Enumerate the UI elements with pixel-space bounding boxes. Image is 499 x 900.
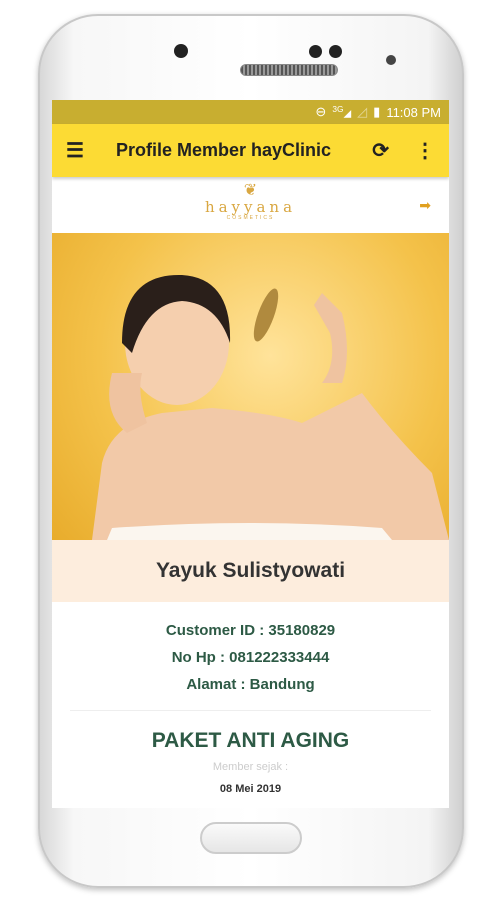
speaker-grille (240, 64, 338, 76)
member-name: Yayuk Sulistyowati (52, 540, 449, 602)
clock: 11:08 PM (386, 104, 441, 120)
status-bar: ⊖ 3G◢ ◿ ▮ 11:08 PM (52, 100, 449, 124)
network-type: 3G (332, 104, 344, 115)
signal-empty-icon: ◿ (357, 104, 368, 119)
app-toolbar: ☰ Profile Member hayClinic ⟳ ⋮ (52, 124, 449, 177)
front-camera-icon (174, 44, 188, 58)
brand-logo-icon: ❦ (243, 182, 258, 199)
member-details: Customer ID : 35180829 No Hp : 081222333… (52, 602, 449, 698)
more-vert-icon[interactable]: ⋮ (415, 138, 435, 163)
address: Alamat : Bandung (186, 676, 315, 693)
camera-icon (386, 55, 396, 65)
home-button[interactable] (200, 822, 302, 854)
model-illustration (92, 274, 449, 540)
brand-subtitle: COSMETICS (226, 215, 275, 221)
refresh-icon[interactable]: ⟳ (372, 138, 389, 163)
hamburger-icon[interactable]: ☰ (66, 138, 84, 163)
brand-header: ❦ hayyana COSMETICS ➡ (52, 177, 449, 233)
brand-name: hayyana (204, 198, 297, 216)
sensor-icon (309, 45, 322, 58)
signal-icon: 3G◢ (332, 104, 352, 120)
divider (70, 710, 431, 711)
phone-number: No Hp : 081222333444 (171, 649, 330, 666)
sensor-icon (329, 45, 342, 58)
dnd-icon: ⊖ (315, 104, 327, 119)
customer-id: Customer ID : 35180829 (165, 622, 336, 639)
logout-icon[interactable]: ➡ (419, 197, 431, 214)
toolbar-title: Profile Member hayClinic (115, 140, 331, 160)
member-since-date: 08 Mei 2019 (219, 783, 282, 795)
member-since-label: Member sejak : (212, 761, 289, 773)
package-title: PAKET ANTI AGING (151, 729, 350, 752)
profile-banner-image (52, 233, 449, 540)
app-screen: ⊖ 3G◢ ◿ ▮ 11:08 PM ☰ Profile Member hayC… (52, 100, 449, 808)
battery-icon: ▮ (373, 104, 381, 119)
